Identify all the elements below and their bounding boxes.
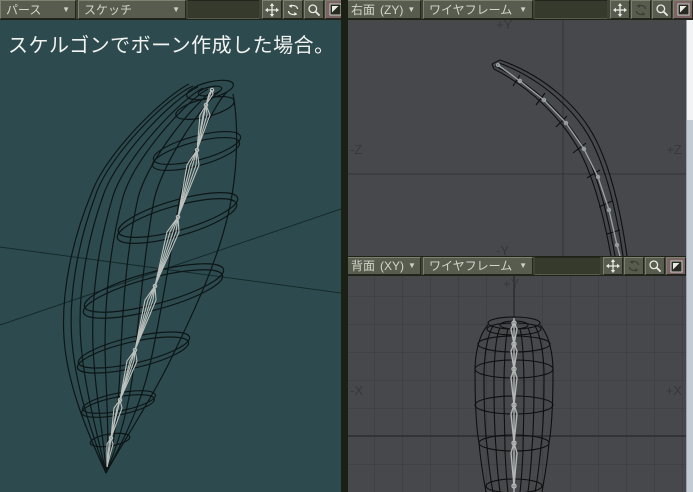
render-mode-label: スケッチ bbox=[84, 2, 133, 17]
modeler-window: パース ▼ スケッチ ▼ 右面 (ZY) ▼ ワイヤフレーム ▼ 背面 (XY)… bbox=[0, 0, 693, 492]
banana-side-wireframe bbox=[491, 59, 628, 256]
view-mode-dropdown-perspective[interactable]: パース ▼ bbox=[0, 0, 76, 19]
skelegon-bones-back bbox=[510, 318, 518, 492]
view-mode-label: 背面 bbox=[351, 259, 376, 273]
axis-label-plus-x: +X bbox=[665, 383, 682, 398]
viewport-right-zy[interactable]: +Y -Y -Z +Z bbox=[348, 20, 686, 256]
rotate-icon bbox=[635, 3, 647, 16]
perspective-canvas bbox=[0, 79, 341, 474]
viewport-divider[interactable] bbox=[341, 0, 348, 492]
axis-label-minus-x: -X bbox=[350, 383, 363, 398]
toolbar-spacer bbox=[535, 0, 607, 19]
skelegon-bones-side bbox=[495, 62, 621, 256]
axis-label-plus-y: +Y bbox=[503, 276, 520, 291]
toolbar-perspective: パース ▼ スケッチ ▼ bbox=[0, 0, 345, 20]
toolbar-right-view: 右面 (ZY) ▼ ワイヤフレーム ▼ bbox=[345, 0, 693, 20]
chevron-down-icon: ▼ bbox=[408, 261, 416, 270]
rotate-icon bbox=[287, 3, 299, 16]
axis-label-plus-y: +Y bbox=[496, 20, 513, 32]
pan-icon bbox=[606, 259, 620, 273]
rotate-icon bbox=[628, 260, 640, 272]
toolbar-back-view: 背面 (XY) ▼ ワイヤフレーム ▼ bbox=[345, 256, 686, 276]
chevron-down-icon: ▼ bbox=[519, 4, 527, 14]
annotation-text: スケルゴンでボーン作成した場合。 bbox=[8, 35, 335, 57]
view-mode-label: 右面 bbox=[351, 2, 376, 17]
pan-icon bbox=[265, 2, 279, 17]
chevron-down-icon: ▼ bbox=[519, 261, 527, 270]
axis-label-minus-z: -Z bbox=[350, 142, 363, 157]
pan-button[interactable] bbox=[262, 0, 282, 19]
render-mode-label: ワイヤフレーム bbox=[429, 2, 513, 17]
zoom-icon bbox=[649, 260, 662, 273]
back-view-canvas bbox=[348, 276, 686, 492]
rotate-button[interactable] bbox=[283, 0, 303, 19]
pan-button[interactable] bbox=[603, 257, 623, 275]
render-mode-dropdown-back[interactable]: ワイヤフレーム ▼ bbox=[423, 257, 533, 275]
pan-button[interactable] bbox=[610, 0, 630, 19]
rotate-button-disabled bbox=[631, 0, 651, 19]
maximize-icon bbox=[677, 3, 689, 16]
view-axis-label: (ZY) bbox=[380, 2, 404, 17]
view-mode-dropdown-back[interactable]: 背面 (XY) ▼ bbox=[345, 257, 421, 275]
zoom-button[interactable] bbox=[304, 0, 324, 19]
maximize-viewport-button[interactable] bbox=[673, 0, 693, 19]
maximize-icon bbox=[329, 3, 341, 16]
pan-icon bbox=[613, 2, 627, 17]
toolbar-spacer bbox=[535, 257, 600, 275]
zoom-icon bbox=[308, 3, 321, 16]
rotate-button-disabled bbox=[624, 257, 644, 275]
view-mode-dropdown-right[interactable]: 右面 (ZY) ▼ bbox=[345, 0, 421, 19]
zoom-button[interactable] bbox=[645, 257, 665, 275]
render-mode-dropdown-perspective[interactable]: スケッチ ▼ bbox=[78, 0, 186, 19]
axis-label-plus-z: +Z bbox=[666, 142, 682, 157]
zoom-icon bbox=[656, 3, 669, 16]
chevron-down-icon: ▼ bbox=[172, 4, 180, 14]
window-scrollbar[interactable] bbox=[686, 20, 693, 492]
viewport-back-xy[interactable]: +Y -X +X bbox=[348, 276, 686, 492]
view-mode-label: パース bbox=[6, 2, 42, 17]
maximize-icon bbox=[670, 260, 682, 272]
render-mode-label: ワイヤフレーム bbox=[429, 259, 513, 273]
view-axis-label: (XY) bbox=[380, 259, 405, 273]
right-view-canvas bbox=[348, 20, 686, 256]
maximize-viewport-button[interactable] bbox=[666, 257, 686, 275]
render-mode-dropdown-right[interactable]: ワイヤフレーム ▼ bbox=[423, 0, 533, 19]
scrollbar-thumb[interactable] bbox=[687, 20, 693, 120]
chevron-down-icon: ▼ bbox=[62, 4, 70, 14]
axis-label-minus-y: -Y bbox=[496, 243, 509, 256]
viewport-perspective[interactable]: スケルゴンでボーン作成した場合。 bbox=[0, 20, 341, 492]
banana-wireframe-mesh bbox=[62, 79, 242, 474]
zoom-button[interactable] bbox=[652, 0, 672, 19]
toolbar-spacer bbox=[188, 0, 259, 19]
chevron-down-icon: ▼ bbox=[407, 4, 416, 14]
